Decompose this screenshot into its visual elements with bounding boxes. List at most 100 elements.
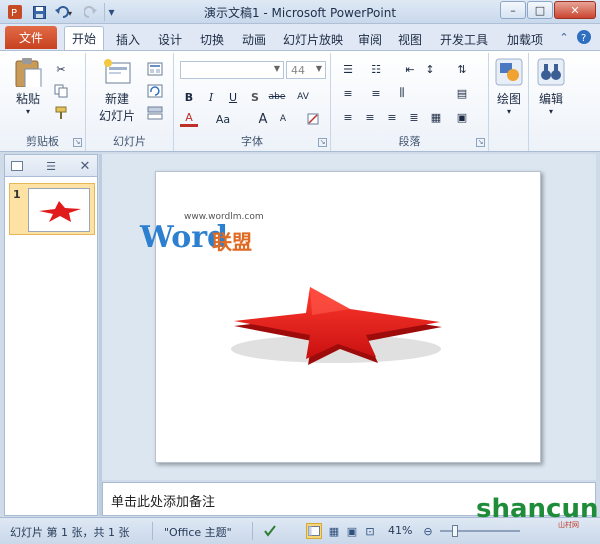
align-text-icon[interactable]: ▤	[453, 85, 471, 101]
thumbnail-star-icon	[39, 201, 81, 222]
numbering-icon[interactable]: ☷	[367, 61, 385, 77]
editing-group: 编辑 ▾	[529, 53, 573, 151]
layout-icon[interactable]	[146, 61, 164, 77]
tab-view[interactable]: 视图	[392, 28, 428, 50]
maximize-button[interactable]: □	[527, 1, 553, 19]
clipboard-group: 粘贴 ▾ ✂ 剪贴板 ↘	[0, 53, 86, 151]
smartart-icon[interactable]: ▣	[453, 109, 471, 125]
collapse-ribbon-icon[interactable]: ⌃	[556, 29, 572, 45]
minimize-button[interactable]: –	[500, 1, 526, 19]
align-right-icon[interactable]: ≡	[383, 109, 401, 125]
paste-button[interactable]: 粘贴 ▾	[8, 57, 48, 116]
tab-file[interactable]: 文件	[5, 26, 57, 49]
align-center-icon[interactable]: ≡	[367, 85, 385, 101]
chevron-down-icon: ▼	[273, 64, 280, 73]
tab-home[interactable]: 开始	[64, 26, 104, 50]
text-shadow-button[interactable]: S	[246, 89, 264, 105]
line-spacing-icon[interactable]: ↕	[421, 61, 439, 77]
copy-icon[interactable]	[52, 83, 70, 99]
editing-button[interactable]: 编辑 ▾	[533, 57, 569, 116]
font-size-combo[interactable]: 44 ▼	[286, 61, 326, 79]
slides-pane: ☰ ✕ 1	[4, 154, 98, 516]
slides-pane-tabs: ☰ ✕	[5, 155, 97, 177]
reset-slide-icon[interactable]	[146, 83, 164, 99]
drawing-dropdown-icon[interactable]: ▾	[507, 107, 511, 116]
align-left-icon[interactable]: ≡	[339, 109, 357, 125]
status-divider	[252, 522, 253, 540]
strikethrough-button[interactable]: abe	[268, 89, 286, 105]
clipboard-launcher-icon[interactable]: ↘	[73, 138, 82, 147]
bullets-icon[interactable]: ☰	[339, 61, 357, 77]
shrink-font-button[interactable]: A	[274, 111, 292, 127]
shapes-icon	[495, 58, 523, 86]
clear-formatting-icon[interactable]	[304, 111, 322, 127]
align-text-left-icon[interactable]: ≡	[339, 85, 357, 101]
slides-group-label: 幻灯片	[113, 135, 146, 148]
tab-slideshow[interactable]: 幻灯片放映	[278, 28, 348, 50]
tab-review[interactable]: 审阅	[352, 28, 388, 50]
character-spacing-button[interactable]: AV	[294, 89, 312, 105]
zoom-out-icon[interactable]: ⊖	[420, 523, 436, 539]
help-icon[interactable]: ?	[576, 29, 592, 45]
shancun-logo-text: shancun	[476, 494, 599, 524]
paste-label: 粘贴	[15, 92, 40, 106]
underline-button[interactable]: U	[224, 89, 242, 105]
slide-sorter-icon[interactable]: ▦	[326, 523, 342, 539]
drawing-button[interactable]: 绘图 ▾	[491, 57, 527, 116]
paste-dropdown-icon[interactable]: ▾	[26, 107, 30, 116]
watermark-lianmeng: 联盟	[212, 230, 252, 254]
theme-status[interactable]: "Office 主题"	[164, 524, 232, 540]
align-middle-icon[interactable]: ≡	[361, 109, 379, 125]
columns-icon[interactable]: ⫼	[393, 85, 411, 101]
slides-tab-icon[interactable]	[7, 158, 27, 174]
normal-view-icon[interactable]	[306, 523, 322, 539]
new-slide-button[interactable]: 新建 幻灯片	[92, 57, 142, 124]
close-button[interactable]: ✕	[554, 1, 596, 19]
decrease-indent-icon[interactable]: ⇤	[401, 61, 419, 77]
change-case-button[interactable]: Aa	[214, 111, 232, 127]
reading-view-icon[interactable]: ▣	[344, 523, 360, 539]
font-group: ▼ 44 ▼ B I U S abe AV A Aa A A 字体 ↘	[174, 53, 331, 151]
tab-insert[interactable]: 插入	[108, 28, 148, 50]
slide-thumbnail	[28, 188, 90, 232]
notes-placeholder: 单击此处添加备注	[111, 495, 216, 510]
font-launcher-icon[interactable]: ↘	[318, 138, 327, 147]
paragraph-launcher-icon[interactable]: ↘	[476, 138, 485, 147]
slide-canvas[interactable]: www.wordlm.com Word 联盟	[140, 171, 541, 463]
slideshow-icon[interactable]: ⊡	[362, 523, 378, 539]
font-group-label: 字体	[241, 135, 263, 148]
tab-animations[interactable]: 动画	[234, 28, 274, 50]
bold-button[interactable]: B	[180, 89, 198, 105]
font-name-combo[interactable]: ▼	[180, 61, 284, 79]
zoom-level[interactable]: 41%	[388, 524, 412, 537]
new-slide-label-line2: 幻灯片	[98, 109, 135, 123]
font-size-value: 44	[291, 63, 305, 77]
title-bar: P ▾ ▾ 演示文稿1 - Microsoft PowerPoint – □ ✕	[0, 0, 600, 24]
tab-developer[interactable]: 开发工具	[432, 28, 496, 50]
format-painter-icon[interactable]	[52, 105, 70, 121]
section-icon[interactable]	[146, 105, 164, 121]
justify-icon[interactable]: ≣	[405, 109, 423, 125]
distribute-icon[interactable]: ▦	[427, 109, 445, 125]
slide-thumbnail-item[interactable]: 1	[9, 183, 95, 235]
text-direction-icon[interactable]: ⇅	[453, 61, 471, 77]
binoculars-icon	[537, 58, 565, 86]
spell-check-icon[interactable]	[262, 523, 278, 539]
font-color-button[interactable]: A	[180, 111, 198, 127]
italic-button[interactable]: I	[202, 89, 220, 105]
ribbon: 粘贴 ▾ ✂ 剪贴板 ↘ 新建 幻灯片 幻灯片 ▼ 44 ▼ B I U S a…	[0, 50, 600, 152]
red-star-shape[interactable]	[216, 267, 456, 377]
new-slide-icon	[104, 59, 131, 84]
close-pane-icon[interactable]: ✕	[75, 158, 95, 174]
slides-group: 新建 幻灯片 幻灯片	[86, 53, 174, 151]
tab-addins[interactable]: 加载项	[500, 28, 550, 50]
tab-transitions[interactable]: 切换	[192, 28, 232, 50]
slide-thumbnail-number: 1	[13, 188, 21, 201]
tab-design[interactable]: 设计	[150, 28, 190, 50]
cut-icon[interactable]: ✂	[52, 61, 70, 77]
outline-tab-icon[interactable]: ☰	[41, 158, 61, 174]
zoom-slider-thumb[interactable]	[452, 525, 458, 537]
grow-font-button[interactable]: A	[254, 111, 272, 127]
editing-dropdown-icon[interactable]: ▾	[549, 107, 553, 116]
status-divider	[152, 522, 153, 540]
